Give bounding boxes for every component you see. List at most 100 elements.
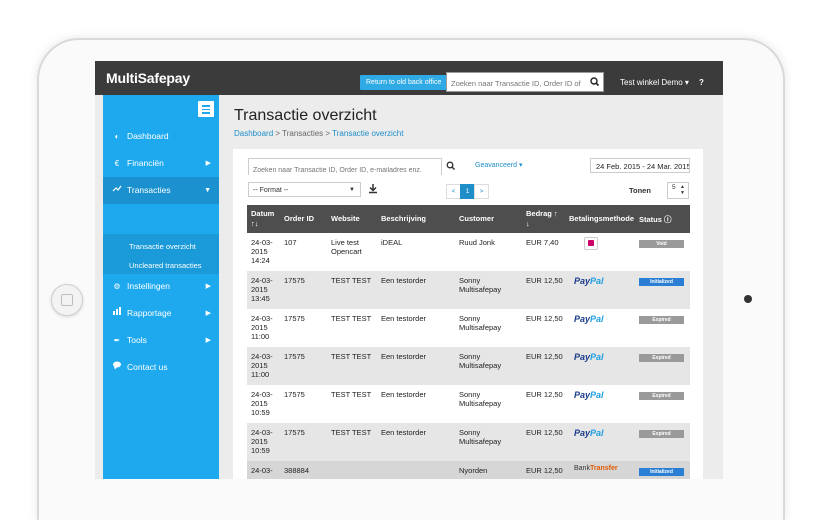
transactions-table: Datum ↑↓ Order ID Website Beschrijving Cu…	[247, 205, 690, 479]
col-status[interactable]: Status ⓘ	[639, 214, 672, 225]
spinner-arrows-icon: ▲ ▼	[680, 184, 685, 196]
col-betalingsmethode[interactable]: Betalingsmethode	[569, 214, 634, 223]
table-row[interactable]: 24-03- 2015 14:24 107 Live test Opencart iD…	[247, 233, 690, 271]
status-badge: Expired	[639, 354, 684, 362]
sidebar-item-dashboard[interactable]: ◐ Dashboard	[103, 123, 219, 150]
shop-menu[interactable]: Test winkel Demo ▾	[620, 78, 689, 87]
cell-website: TEST TEST	[331, 314, 372, 323]
bank-transfer-logo: BankTransfer	[574, 465, 618, 472]
top-bar: MultiSafepay Return to old back office T…	[95, 61, 723, 95]
cell-order-id: 17575	[284, 428, 305, 437]
download-button[interactable]	[368, 182, 378, 200]
col-beschrijving[interactable]: Beschrijving	[381, 214, 426, 223]
help-button[interactable]: ?	[699, 78, 704, 87]
col-order-id[interactable]: Order ID	[284, 214, 314, 223]
top-search-input[interactable]	[447, 75, 585, 92]
table-row[interactable]: 24-03- 2015 13:45 17575 TEST TEST Een test…	[247, 271, 690, 309]
sidebar-item-rapportage[interactable]: Rapportage ▶	[103, 300, 219, 327]
sidebar-item-financien[interactable]: € Financiën ▶	[103, 150, 219, 177]
cell-order-id: 17575	[284, 352, 305, 361]
euro-icon: €	[114, 159, 120, 168]
logo: MultiSafepay	[106, 70, 190, 86]
status-badge: Void	[639, 240, 684, 248]
cell-bedrag: EUR 12,50	[526, 352, 563, 361]
bar-chart-icon	[112, 300, 122, 327]
col-datum[interactable]: Datum ↑↓	[251, 209, 274, 229]
col-datum-label: Datum	[251, 209, 275, 218]
col-website[interactable]: Website	[331, 214, 360, 223]
paypal-logo: PayPal	[574, 352, 604, 362]
table-row[interactable]: 24-03- 2015 10:59 17575 TEST TEST Een test…	[247, 385, 690, 423]
date-range-input[interactable]: 24 Feb. 2015 - 24 Mar. 2015	[590, 158, 690, 173]
cell-bedrag: EUR 12,50	[526, 466, 563, 475]
submenu-transactie-overzicht[interactable]: Transactie overzicht	[129, 242, 196, 251]
paypal-logo: PayPal	[574, 276, 604, 286]
help-circle-icon: ⓘ	[664, 215, 672, 224]
paypal-logo: PayPal	[574, 390, 604, 400]
cell-website: TEST TEST	[331, 276, 372, 285]
transaction-search-button[interactable]	[446, 159, 456, 177]
advanced-filter-toggle[interactable]: Geavanceerd ▾	[475, 161, 523, 169]
chevron-right-icon: ▶	[205, 310, 211, 317]
cell-customer: Ruud Jonk	[459, 238, 495, 247]
cell-order-id: 17575	[284, 314, 305, 323]
cell-bedrag: EUR 12,50	[526, 314, 563, 323]
sidebar-item-transacties[interactable]: Transacties ▼	[103, 177, 219, 204]
cell-datum: 24-03- 2015 10:59	[251, 390, 273, 417]
top-search-box	[446, 72, 588, 92]
pager-next[interactable]: >	[474, 184, 489, 199]
transaction-search-input[interactable]	[249, 164, 441, 177]
pager-page-1[interactable]: 1	[460, 184, 475, 199]
pager-prev[interactable]: <	[446, 184, 461, 199]
cell-datum: 24-03- 2015 11:00	[251, 314, 273, 341]
sidebar-item-label: Contact us	[127, 362, 168, 372]
chat-bubble-icon	[112, 354, 122, 381]
breadcrumb: Dashboard > Transacties > Transactie ove…	[234, 129, 403, 138]
table-row[interactable]: 24-03- 2015 11:00 17575 TEST TEST Een test…	[247, 309, 690, 347]
col-customer[interactable]: Customer	[459, 214, 494, 223]
cell-datum: 24-03-	[251, 466, 273, 475]
table-row[interactable]: 24-03- 2015 11:00 17575 TEST TEST Een test…	[247, 347, 690, 385]
page-title: Transactie overzicht	[234, 107, 377, 124]
breadcrumb-separator: >	[273, 129, 283, 138]
table-row[interactable]: 24-03- 388884 Nyorden EUR 12,50 BankTran…	[247, 461, 690, 479]
cell-datum: 24-03- 2015 10:59	[251, 428, 273, 455]
cell-website: Live test Opencart	[331, 238, 362, 256]
wrench-icon: ✒	[113, 336, 121, 345]
top-search-button[interactable]	[586, 72, 604, 92]
status-badge: Expired	[639, 430, 684, 438]
sidebar-item-label: Financiën	[127, 158, 164, 168]
cell-datum: 24-03- 2015 11:00	[251, 352, 273, 379]
sort-icon: ↑↓	[251, 219, 259, 228]
cell-beschrijving: Een testorder	[381, 276, 427, 285]
sidebar: ◐ Dashboard € Financiën ▶ Transacties ▼ …	[103, 95, 219, 479]
submenu-uncleared-transacties[interactable]: Uncleared transacties	[129, 261, 202, 270]
breadcrumb-separator: >	[323, 129, 333, 138]
cell-order-id: 17575	[284, 276, 305, 285]
col-status-label: Status	[639, 215, 662, 224]
cell-customer: Sonny Multisafepay	[459, 276, 502, 294]
sidebar-item-label: Rapportage	[127, 308, 172, 318]
return-old-backoffice-button[interactable]: Return to old back office	[360, 75, 448, 90]
cell-bedrag: EUR 12,50	[526, 390, 563, 399]
page-size-select[interactable]: 5 ▲ ▼	[667, 182, 689, 199]
sidebar-item-contact[interactable]: Contact us	[103, 354, 219, 381]
cell-website: TEST TEST	[331, 390, 372, 399]
sort-icon: ↓	[526, 219, 530, 228]
breadcrumb-current[interactable]: Transactie overzicht	[332, 129, 403, 138]
export-format-select[interactable]: -- Format -- ▼	[248, 182, 361, 197]
table-row[interactable]: 24-03- 2015 10:59 17575 TEST TEST Een test…	[247, 423, 690, 461]
menu-toggle-button[interactable]	[198, 101, 214, 117]
sidebar-item-tools[interactable]: ✒ Tools ▶	[103, 327, 219, 354]
col-bedrag-label: Bedrag ↑	[526, 209, 558, 218]
chevron-down-icon: ▼	[204, 187, 211, 194]
cell-beschrijving: iDEAL	[381, 238, 403, 247]
sidebar-item-instellingen[interactable]: ⚙ Instellingen ▶	[103, 273, 219, 300]
page-size-value: 5	[672, 184, 676, 191]
cell-customer: Sonny Multisafepay	[459, 428, 502, 446]
breadcrumb-dashboard[interactable]: Dashboard	[234, 129, 273, 138]
caret-down-icon: ▼	[349, 187, 355, 193]
col-bedrag[interactable]: Bedrag ↑ ↓	[526, 209, 558, 229]
tablet-camera	[744, 295, 752, 303]
cell-customer: Sonny Multisafepay	[459, 352, 502, 370]
